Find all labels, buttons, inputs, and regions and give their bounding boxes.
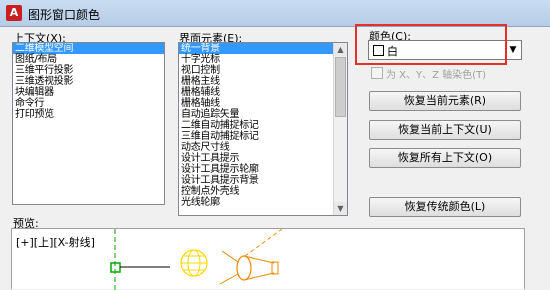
tint-axes-label: 为 X、Y、Z 轴染色(T) (386, 70, 487, 81)
context-list-item[interactable]: 图纸/布局 (13, 54, 164, 65)
interface-element-item[interactable]: 光线轮廓 (179, 197, 333, 208)
interface-element-item[interactable]: 栅格轴线 (179, 98, 333, 109)
autocad-logo-icon: A (6, 5, 22, 21)
point-light-icon (180, 249, 208, 277)
interface-element-item[interactable]: 十字光标 (179, 54, 333, 65)
interface-element-item[interactable]: 动态尺寸线 (179, 142, 333, 153)
color-highlight-box (355, 24, 507, 65)
context-list-item[interactable]: 块编辑器 (13, 87, 164, 98)
preview-pane: [+][上][X-射线] (11, 228, 525, 290)
tint-axes-checkbox[interactable] (371, 67, 383, 79)
interface-element-item[interactable]: 自动追踪矢量 (179, 109, 333, 120)
context-list-item[interactable]: 打印预览 (13, 109, 164, 120)
interface-element-item[interactable]: 二维自动捕捉标记 (179, 120, 333, 131)
interface-element-item[interactable]: 栅格辅线 (179, 87, 333, 98)
interface-element-item[interactable]: 设计工具提示背景 (179, 175, 333, 186)
elements-scrollbar[interactable]: ▲ ▼ (333, 43, 347, 215)
restore-classic-colors-button[interactable]: 恢复传统颜色(L) (369, 197, 521, 217)
interface-element-item[interactable]: 控制点外壳线 (179, 186, 333, 197)
interface-element-item[interactable]: 视口控制 (179, 65, 333, 76)
context-list-item[interactable]: 二维模型空间 (13, 43, 164, 54)
interface-element-item[interactable]: 三维自动捕捉标记 (179, 131, 333, 142)
interface-element-item[interactable]: 统一背景 (179, 43, 333, 54)
interface-elements-listbox[interactable]: 统一背景 十字光标 视口控制 栅格主线 栅格辅线 栅格轴线 自动追踪矢量 二维自动捕捉标记 三维… (178, 42, 348, 216)
scroll-thumb[interactable] (335, 57, 346, 117)
spot-light-icon (219, 229, 283, 285)
scroll-down-icon[interactable]: ▼ (334, 202, 347, 215)
context-list-item[interactable]: 三维透视投影 (13, 76, 164, 87)
title-bar: A 图形窗口颜色 (0, 0, 550, 27)
dropdown-arrow-icon[interactable]: ▼ (505, 41, 521, 59)
restore-current-context-button[interactable]: 恢复当前上下文(U) (369, 120, 521, 140)
context-list-item[interactable]: 命令行 (13, 98, 164, 109)
restore-all-contexts-button[interactable]: 恢复所有上下文(O) (369, 148, 521, 168)
interface-element-item[interactable]: 栅格主线 (179, 76, 333, 87)
restore-current-element-button[interactable]: 恢复当前元素(R) (369, 91, 521, 111)
interface-element-item[interactable]: 设计工具提示轮廓 (179, 164, 333, 175)
window-title: 图形窗口颜色 (28, 8, 101, 22)
context-listbox[interactable]: 二维模型空间 图纸/布局 三维平行投影 三维透视投影 块编辑器 命令行 打印预览 (12, 42, 165, 205)
scroll-up-icon[interactable]: ▲ (334, 43, 347, 56)
interface-element-item[interactable]: 设计工具提示 (179, 153, 333, 164)
context-list-item[interactable]: 三维平行投影 (13, 65, 164, 76)
preview-graphic (110, 229, 283, 290)
